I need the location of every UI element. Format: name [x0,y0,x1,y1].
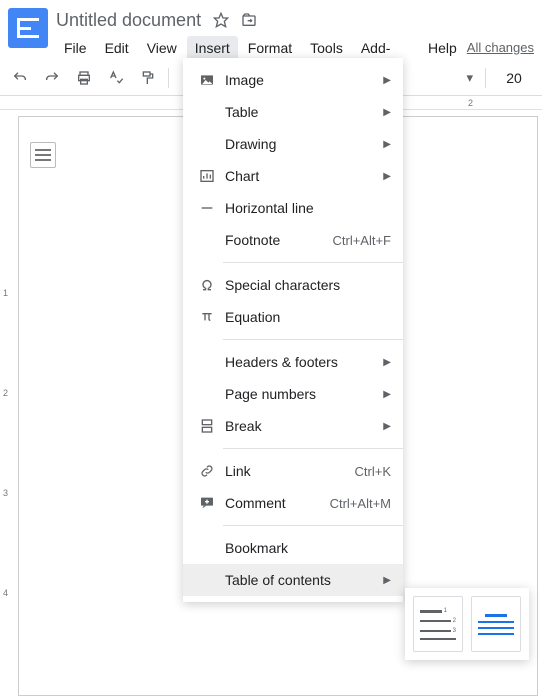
paint-format-button[interactable] [136,66,160,90]
ruler-tick: 4 [3,588,8,598]
menu-item-label: Bookmark [219,540,391,556]
separator [485,68,486,88]
menu-item-label: Equation [219,309,391,325]
menu-item-label: Table [219,104,377,120]
spellcheck-button[interactable] [104,66,128,90]
ruler-tick: 2 [3,388,8,398]
menu-item-label: Table of contents [219,572,377,588]
menu-item-equation[interactable]: Equation [183,301,403,333]
comment-icon [195,495,219,511]
menu-divider [223,525,403,526]
menu-item-label: Footnote [219,232,332,248]
submenu-arrow-icon: ▶ [383,139,391,150]
menu-item-label: Headers & footers [219,354,377,370]
menu-divider [223,262,403,263]
insert-menu-dropdown: Image ▶ Table ▶ Drawing ▶ Chart ▶ Horizontal lin… [183,58,403,602]
menu-divider [223,339,403,340]
print-button[interactable] [72,66,96,90]
chart-icon [195,168,219,184]
submenu-arrow-icon: ▶ [383,421,391,432]
menu-divider [223,448,403,449]
menu-item-bookmark[interactable]: Bookmark [183,532,403,564]
redo-button[interactable] [40,66,64,90]
submenu-arrow-icon: ▶ [383,107,391,118]
font-size-input[interactable]: 20 [494,70,534,86]
menu-item-table[interactable]: Table ▶ [183,96,403,128]
menu-item-special-characters[interactable]: Special characters [183,269,403,301]
menu-item-label: Chart [219,168,377,184]
submenu-arrow-icon: ▶ [383,75,391,86]
menu-shortcut: Ctrl+Alt+M [330,496,391,511]
menu-item-page-numbers[interactable]: Page numbers ▶ [183,378,403,410]
document-title[interactable]: Untitled document [56,10,201,31]
omega-icon [195,277,219,293]
menu-item-label: Special characters [219,277,391,293]
menu-item-footnote[interactable]: FootnoteCtrl+Alt+F [183,224,403,256]
menu-item-chart[interactable]: Chart ▶ [183,160,403,192]
menu-item-label: Image [219,72,377,88]
menu-item-label: Horizontal line [219,200,391,216]
ruler-tick: 3 [3,488,8,498]
pi-icon [195,309,219,325]
ruler-tick: 1 [3,288,8,298]
toc-option-numbered[interactable]: 1 2 3 [413,596,463,652]
break-icon [195,418,219,434]
menu-item-horizontal-line[interactable]: Horizontal line [183,192,403,224]
star-icon[interactable] [213,12,229,28]
menu-item-headers-footers[interactable]: Headers & footers ▶ [183,346,403,378]
menu-shortcut: Ctrl+K [355,464,391,479]
link-icon [195,463,219,479]
undo-button[interactable] [8,66,32,90]
submenu-arrow-icon: ▶ [383,389,391,400]
submenu-arrow-icon: ▶ [383,575,391,586]
menu-item-label: Break [219,418,377,434]
toc-option-links[interactable] [471,596,521,652]
menu-item-comment[interactable]: CommentCtrl+Alt+M [183,487,403,519]
submenu-arrow-icon: ▶ [383,357,391,368]
document-outline-icon[interactable] [30,142,56,168]
image-icon [195,72,219,88]
submenu-arrow-icon: ▶ [383,171,391,182]
vertical-ruler: 1 2 3 4 [0,110,14,697]
hr-icon [195,200,219,216]
ruler-tick: 2 [468,98,473,108]
move-to-folder-icon[interactable] [241,12,257,28]
separator [168,68,169,88]
menu-item-label: Comment [219,495,330,511]
menu-item-break[interactable]: Break ▶ [183,410,403,442]
menu-item-table-of-contents[interactable]: Table of contents ▶ [183,564,403,596]
table-of-contents-submenu: 1 2 3 [405,588,529,660]
menu-item-label: Link [219,463,355,479]
menu-item-link[interactable]: LinkCtrl+K [183,455,403,487]
menu-item-image[interactable]: Image ▶ [183,64,403,96]
dropdown-caret[interactable]: ▾ [443,66,477,90]
docs-logo[interactable] [8,8,48,48]
menu-item-drawing[interactable]: Drawing ▶ [183,128,403,160]
menu-item-label: Page numbers [219,386,377,402]
menu-shortcut: Ctrl+Alt+F [332,233,391,248]
menu-item-label: Drawing [219,136,377,152]
